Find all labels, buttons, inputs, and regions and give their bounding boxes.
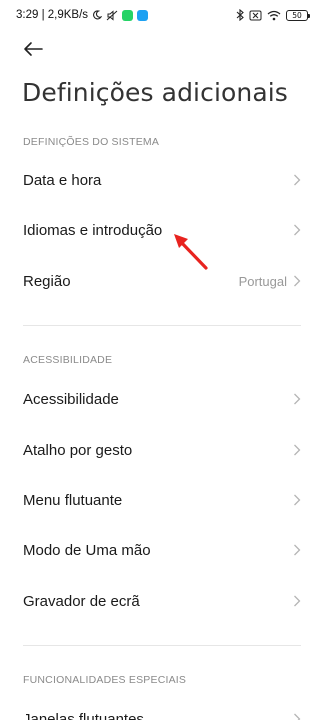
settings-item-label: Região (23, 272, 71, 290)
back-button[interactable] (18, 34, 48, 64)
settings-item-floating-menu[interactable]: Menu flutuante (0, 475, 324, 525)
region-value: Portugal (238, 273, 287, 289)
settings-item-label: Acessibilidade (23, 390, 119, 408)
chevron-right-icon (294, 595, 301, 607)
moon-icon (92, 10, 103, 20)
settings-item-label: Modo de Uma mão (23, 541, 151, 559)
chevron-right-icon (294, 174, 301, 186)
bluetooth-icon (236, 9, 244, 21)
status-bar: 3:29 | 2,9KB/s 50 (0, 0, 324, 30)
settings-item-gesture-shortcut[interactable]: Atalho por gesto (0, 425, 324, 475)
settings-item-one-hand-mode[interactable]: Modo de Uma mão (0, 525, 324, 575)
settings-item-date-time[interactable]: Data e hora (0, 155, 324, 205)
settings-item-label: Menu flutuante (23, 491, 123, 509)
arrow-left-icon (24, 42, 43, 56)
mute-icon (106, 9, 118, 21)
settings-item-label: Data e hora (23, 171, 102, 189)
status-time-speed: 3:29 | 2,9KB/s (16, 9, 89, 21)
section-divider (23, 325, 301, 326)
chevron-right-icon (294, 494, 301, 506)
annotation-arrow-icon (174, 234, 208, 270)
section-divider (23, 645, 301, 646)
chevron-right-icon (294, 393, 301, 405)
wifi-icon (267, 10, 281, 21)
settings-item-screen-recorder[interactable]: Gravador de ecrã (0, 576, 324, 626)
no-sim-icon (249, 10, 262, 21)
whatsapp-icon (122, 9, 134, 21)
settings-item-label: Janelas flutuantes (23, 710, 144, 720)
section-header-accessibility: ACESSIBILIDADE (23, 354, 113, 366)
twitter-icon (137, 9, 149, 21)
chevron-right-icon (294, 275, 301, 287)
section-header-system: DEFINIÇÕES DO SISTEMA (23, 136, 160, 148)
status-left: 3:29 | 2,9KB/s (16, 9, 149, 21)
chevron-right-icon (294, 224, 301, 236)
settings-item-languages-input[interactable]: Idiomas e introdução (0, 205, 324, 255)
settings-item-label: Atalho por gesto (23, 441, 133, 459)
settings-item-floating-windows[interactable]: Janelas flutuantes (0, 694, 324, 720)
settings-item-region[interactable]: Região Portugal (0, 256, 324, 306)
battery-level: 50 (292, 10, 302, 20)
battery-icon: 50 (286, 9, 310, 21)
page-title: Definições adicionais (22, 78, 288, 107)
chevron-right-icon (294, 544, 301, 556)
settings-item-label: Gravador de ecrã (23, 592, 140, 610)
section-header-special: FUNCIONALIDADES ESPECIAIS (23, 674, 187, 686)
settings-item-accessibility[interactable]: Acessibilidade (0, 374, 324, 424)
chevron-right-icon (294, 444, 301, 456)
settings-item-label: Idiomas e introdução (23, 221, 163, 239)
chevron-right-icon (294, 713, 301, 720)
status-right: 50 (236, 9, 310, 21)
